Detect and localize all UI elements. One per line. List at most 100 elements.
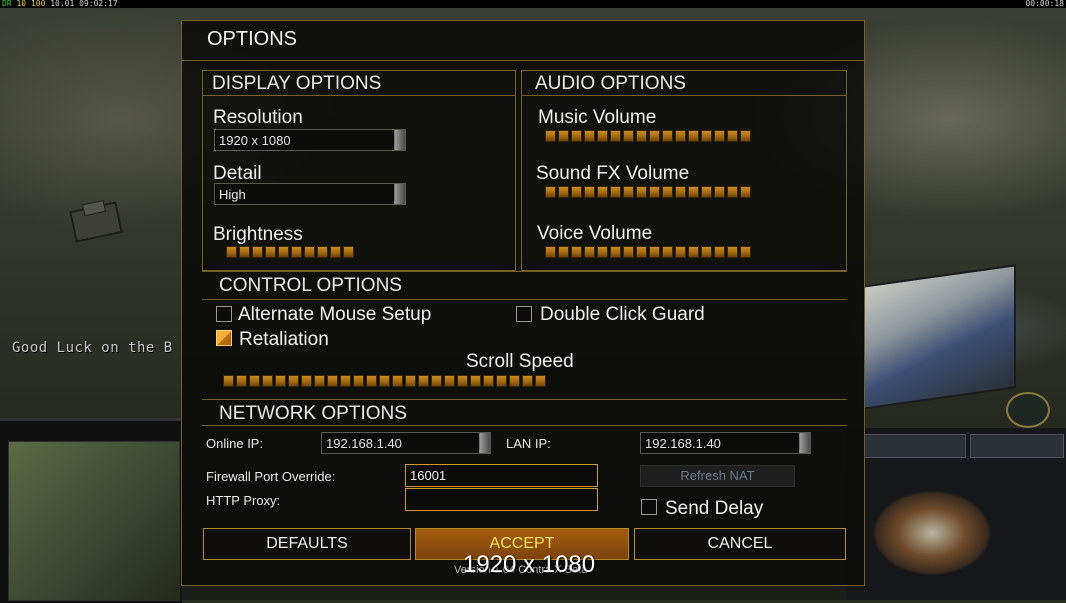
slider-segment[interactable] <box>314 375 325 387</box>
slider-segment[interactable] <box>701 130 712 142</box>
detail-dropdown[interactable]: High <box>214 183 406 205</box>
slider-segment[interactable] <box>545 186 556 198</box>
slider-segment[interactable] <box>714 186 725 198</box>
slider-segment[interactable] <box>252 246 263 258</box>
slider-segment[interactable] <box>340 375 351 387</box>
slider-segment[interactable] <box>330 246 341 258</box>
slider-segment[interactable] <box>636 186 647 198</box>
slider-segment[interactable] <box>545 246 556 258</box>
minimap-terrain[interactable] <box>8 441 180 601</box>
slider-segment[interactable] <box>249 375 260 387</box>
slider-segment[interactable] <box>571 130 582 142</box>
lan-ip-dropdown[interactable]: 192.168.1.40 <box>640 432 811 454</box>
slider-segment[interactable] <box>688 246 699 258</box>
slider-segment[interactable] <box>558 130 569 142</box>
slider-segment[interactable] <box>688 130 699 142</box>
slider-segment[interactable] <box>535 375 546 387</box>
slider-segment[interactable] <box>714 130 725 142</box>
slider-segment[interactable] <box>597 246 608 258</box>
send-delay-checkbox[interactable] <box>641 499 657 515</box>
slider-segment[interactable] <box>278 246 289 258</box>
sidebar-tab-button[interactable] <box>970 434 1064 458</box>
refresh-nat-button[interactable]: Refresh NAT <box>640 465 795 487</box>
slider-segment[interactable] <box>483 375 494 387</box>
slider-segment[interactable] <box>662 246 673 258</box>
voice-volume-slider[interactable] <box>545 246 751 258</box>
slider-segment[interactable] <box>623 246 634 258</box>
minimap[interactable] <box>0 418 182 603</box>
slider-segment[interactable] <box>262 375 273 387</box>
slider-segment[interactable] <box>727 246 738 258</box>
slider-segment[interactable] <box>584 130 595 142</box>
online-ip-dropdown[interactable]: 192.168.1.40 <box>321 432 491 454</box>
dropdown-scroll-icon[interactable] <box>394 184 405 204</box>
slider-segment[interactable] <box>291 246 302 258</box>
slider-segment[interactable] <box>740 130 751 142</box>
slider-segment[interactable] <box>675 130 686 142</box>
slider-segment[interactable] <box>239 246 250 258</box>
slider-segment[interactable] <box>584 186 595 198</box>
cancel-button[interactable]: CANCEL <box>634 528 846 560</box>
sidebar-tab-button[interactable] <box>864 434 966 458</box>
slider-segment[interactable] <box>675 186 686 198</box>
slider-segment[interactable] <box>675 246 686 258</box>
slider-segment[interactable] <box>623 186 634 198</box>
slider-segment[interactable] <box>701 246 712 258</box>
sound-fx-slider[interactable] <box>545 186 751 198</box>
slider-segment[interactable] <box>444 375 455 387</box>
slider-segment[interactable] <box>727 130 738 142</box>
slider-segment[interactable] <box>740 246 751 258</box>
slider-segment[interactable] <box>288 375 299 387</box>
radar-icon[interactable] <box>1006 392 1050 428</box>
scroll-speed-slider[interactable] <box>223 375 546 387</box>
alternate-mouse-checkbox[interactable] <box>216 306 232 322</box>
slider-segment[interactable] <box>649 246 660 258</box>
slider-segment[interactable] <box>584 246 595 258</box>
slider-segment[interactable] <box>379 375 390 387</box>
slider-segment[interactable] <box>662 130 673 142</box>
slider-segment[interactable] <box>301 375 312 387</box>
slider-segment[interactable] <box>265 246 276 258</box>
slider-segment[interactable] <box>597 186 608 198</box>
retaliation-checkbox[interactable] <box>216 330 232 346</box>
slider-segment[interactable] <box>571 186 582 198</box>
slider-segment[interactable] <box>571 246 582 258</box>
dropdown-scroll-icon[interactable] <box>479 433 490 453</box>
slider-segment[interactable] <box>623 130 634 142</box>
slider-segment[interactable] <box>701 186 712 198</box>
slider-segment[interactable] <box>470 375 481 387</box>
slider-segment[interactable] <box>317 246 328 258</box>
slider-segment[interactable] <box>649 186 660 198</box>
double-click-guard-checkbox[interactable] <box>516 306 532 322</box>
slider-segment[interactable] <box>597 130 608 142</box>
slider-segment[interactable] <box>610 130 621 142</box>
slider-segment[interactable] <box>223 375 234 387</box>
slider-segment[interactable] <box>366 375 377 387</box>
dropdown-scroll-icon[interactable] <box>799 433 810 453</box>
firewall-port-field[interactable]: 16001 <box>405 464 598 487</box>
slider-segment[interactable] <box>740 186 751 198</box>
slider-segment[interactable] <box>343 246 354 258</box>
slider-segment[interactable] <box>509 375 520 387</box>
slider-segment[interactable] <box>636 130 647 142</box>
slider-segment[interactable] <box>636 246 647 258</box>
slider-segment[interactable] <box>727 186 738 198</box>
slider-segment[interactable] <box>418 375 429 387</box>
slider-segment[interactable] <box>496 375 507 387</box>
slider-segment[interactable] <box>649 130 660 142</box>
dropdown-scroll-icon[interactable] <box>394 130 405 150</box>
music-volume-slider[interactable] <box>545 130 751 142</box>
slider-segment[interactable] <box>610 186 621 198</box>
http-proxy-field[interactable] <box>405 488 598 511</box>
resolution-dropdown[interactable]: 1920 x 1080 <box>214 129 406 151</box>
slider-segment[interactable] <box>662 186 673 198</box>
slider-segment[interactable] <box>236 375 247 387</box>
slider-segment[interactable] <box>275 375 286 387</box>
defaults-button[interactable]: DEFAULTS <box>203 528 411 560</box>
slider-segment[interactable] <box>431 375 442 387</box>
slider-segment[interactable] <box>304 246 315 258</box>
slider-segment[interactable] <box>226 246 237 258</box>
slider-segment[interactable] <box>688 186 699 198</box>
slider-segment[interactable] <box>545 130 556 142</box>
slider-segment[interactable] <box>392 375 403 387</box>
